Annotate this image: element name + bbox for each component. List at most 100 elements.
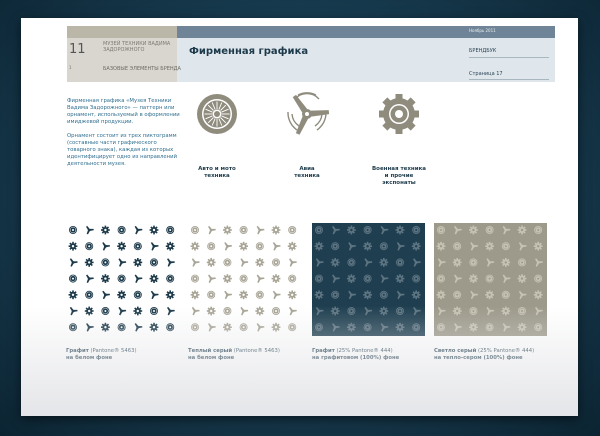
pattern-wheel-icon [150,258,158,267]
pattern-wheel-icon [191,274,199,283]
pattern-gear-icon [330,306,340,316]
pattern-label-pantone: (Pantone® 5463) [88,348,137,354]
pattern-gear-icon [347,322,356,332]
pattern-gear-icon [533,241,543,251]
pattern-gear-icon [314,241,324,251]
pattern-gear-icon [117,241,126,251]
pattern-wheel-icon [485,323,494,332]
brandbook-label: Брендбук [469,48,497,54]
pattern-gear-icon [223,322,232,332]
pattern-wheel-icon [485,274,494,283]
pattern-wheel-icon [363,323,372,332]
pattern-gear-icon [436,241,446,251]
pattern-wheel-icon [255,242,264,251]
pattern-gear-icon [255,258,265,267]
pattern-wheel-icon [315,274,323,283]
pattern-wheel-icon [437,274,445,283]
pattern-gear-icon [485,290,494,300]
pattern-wheel-icon [412,274,421,283]
pattern-label-pantone: (25% Pantone® 444) [476,348,535,354]
pattern-gear-icon [395,274,405,283]
pattern-wheel-icon [347,307,356,315]
pattern-gear-icon [517,274,527,283]
gear-icon [379,94,419,134]
pattern-wheel-icon [534,323,543,332]
pattern-gear-icon [149,274,159,283]
wheel-icon [197,94,237,134]
pattern-wheel-icon [363,274,372,283]
intro-paragraph-2: Орнамент состоит из трех пиктограмм (сос… [67,133,178,167]
header-rule [469,57,549,58]
pattern-gear-icon [68,241,78,251]
pattern-label: Графит (25% Pantone® 444) на графитовом … [312,348,399,362]
pattern-wheel-icon [69,323,77,332]
pattern-wheel-icon [117,323,126,332]
pattern-wheel-icon [255,290,264,299]
pattern-gear-icon [190,241,200,251]
pattern-gear-icon [395,322,405,332]
pattern-gear-icon [485,241,494,251]
pattern-wheel-icon [518,307,526,315]
pattern-wheel-icon [239,226,248,234]
pattern-wheel-icon [223,258,232,267]
pattern-gear-icon [517,322,527,332]
pattern-wheel-icon [315,226,323,234]
header-rule [469,79,549,80]
caption-line: Авто и мото [198,166,236,172]
page-label: Страница 17 [469,71,503,77]
pattern-wheel-icon [501,290,510,299]
pattern-wheel-icon [207,242,216,251]
pattern-label-background: на белом фоне [188,355,235,361]
pattern-label-background: на графитовом (100%) фоне [312,355,400,361]
pattern-wheel-icon [166,323,175,332]
pattern-gear-icon [347,274,356,283]
pattern-gear-icon [223,225,232,235]
pattern-gear-icon [501,306,511,316]
pattern-label-color: Светло серый [434,348,477,354]
caption-line: техника [294,173,320,179]
pattern-gear-icon [411,241,421,251]
pattern-graphic [434,223,547,336]
pattern-gear-icon [436,290,446,300]
pattern-wheel-icon [101,307,110,315]
pattern-gear-icon [411,290,421,300]
pattern-wheel-icon [501,242,510,251]
page-title: Фирменная графика [189,46,309,57]
pattern-gear-icon [501,258,511,267]
pattern-wheel-icon [437,323,445,332]
intro-text: Фирменная графика «Музея Техники Вадима … [67,98,185,175]
pattern-wheel-icon [117,274,126,283]
pattern-gear-icon [517,225,527,235]
pattern-graphic [66,223,179,336]
pattern-gear-icon [101,225,110,235]
pattern-label-pantone: (25% Pantone® 444) [334,348,393,354]
pattern-wheel-icon [379,242,388,251]
pattern-gear-icon [287,241,297,251]
pattern-wheel-icon [331,290,340,299]
pattern-wheel-icon [85,290,94,299]
pattern-graphic [188,223,301,336]
pattern-swatch-warm-gray [188,223,301,336]
caption-line: и прочие экспонаты [382,173,416,186]
pattern-wheel-icon [396,307,404,315]
pattern-gear-icon [379,258,389,267]
pattern-wheel-icon [69,226,77,234]
page-number: 11 [69,42,86,57]
pattern-wheel-icon [239,274,248,283]
pattern-gear-icon [255,306,265,316]
caption-line: техника [204,173,230,179]
pattern-gear-icon [363,290,372,300]
pattern-swatch-graphite [66,223,179,336]
pattern-swatch-graphite-dark [312,223,425,336]
pattern-wheel-icon [272,307,280,315]
pattern-gear-icon [314,290,324,300]
pattern-wheel-icon [315,323,323,332]
pattern-gear-icon [84,306,94,316]
pattern-label: Светло серый (25% Pantone® 444) на тепло… [434,348,534,362]
propeller-icon [287,92,330,135]
pattern-wheel-icon [207,290,216,299]
caption-line: Авиа [299,166,315,172]
pattern-gear-icon [101,274,110,283]
pattern-gear-icon [117,290,126,300]
pattern-gear-icon [379,306,389,316]
